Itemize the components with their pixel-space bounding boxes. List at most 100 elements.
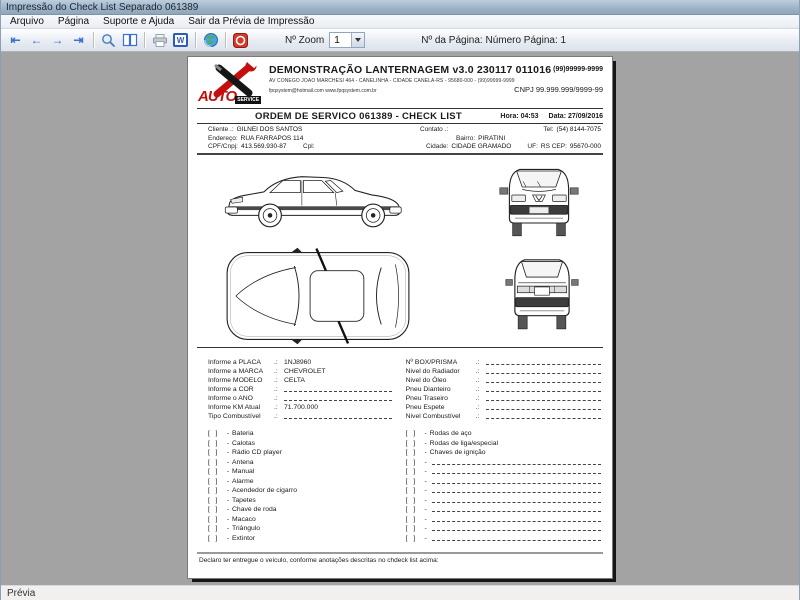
checklist-dash: - xyxy=(226,430,230,437)
field-label: Informe a COR xyxy=(208,385,254,393)
field-separator: .: xyxy=(475,358,480,366)
checklist-row: [ ] - xyxy=(405,466,603,475)
dropdown-arrow-icon[interactable] xyxy=(351,33,365,47)
menu-sair-da-previa[interactable]: Sair da Prévia de Impressão xyxy=(181,15,321,29)
menu-suporte-e-ajuda[interactable]: Suporte e Ajuda xyxy=(96,15,181,29)
checklist-dash: - xyxy=(424,439,427,447)
checkbox-glyph: [ ] xyxy=(405,449,416,456)
checklist-row: [ ] - Chave de roda xyxy=(208,504,394,513)
checkbox-glyph: [ ] xyxy=(208,449,218,456)
checklist-dash: - xyxy=(424,496,427,504)
tel-label: Tel: xyxy=(543,126,554,133)
checklist-row: [ ] - Triângulo xyxy=(208,523,394,532)
menu-pagina[interactable]: Página xyxy=(51,15,96,29)
form-field-row: Nivel do Óleo .: xyxy=(406,375,603,384)
checklist-blank-line xyxy=(431,482,601,484)
order-title: ORDEM DE SERVICO 061389 - CHECK LIST xyxy=(255,110,463,122)
first-page-button[interactable]: ⇤ xyxy=(5,31,26,49)
zoom-level-select[interactable]: 1 xyxy=(329,32,366,48)
field-label: Nº BOX/PRISMA xyxy=(405,358,458,366)
print-button[interactable] xyxy=(149,31,170,49)
toolbar-separator xyxy=(225,32,226,48)
checklist-row: [ ] - xyxy=(406,494,603,504)
field-label: Informe a MARCA xyxy=(208,367,264,375)
field-label: Informe MODELO xyxy=(208,376,263,384)
checklist-row: [ ] - Tapetes xyxy=(208,494,394,504)
field-separator: .: xyxy=(274,394,278,402)
next-page-button[interactable]: → xyxy=(47,31,68,49)
last-page-button[interactable]: ⇥ xyxy=(68,31,89,49)
preview-workspace: AUTOSERVICE DEMONSTRAÇÃO LANTERNAGEM v3.… xyxy=(1,52,799,585)
contato-label: Contato .: xyxy=(420,126,449,133)
checklist-row: [ ] - Extintor xyxy=(208,532,394,542)
checklist-row: [ ] - xyxy=(405,504,603,513)
cidade-label: Cidade: xyxy=(426,143,449,150)
checkbox-glyph: [ ] xyxy=(405,430,416,437)
field-separator: .: xyxy=(475,394,480,402)
order-header: ORDEM DE SERVICO 061389 - CHECK LIST Hor… xyxy=(197,110,603,122)
two-page-view-button[interactable] xyxy=(119,31,140,49)
checklist-blank-line xyxy=(431,492,601,493)
divider xyxy=(197,551,603,554)
form-field-row: Informe a COR .: xyxy=(208,384,394,393)
previous-page-button[interactable]: ← xyxy=(26,31,47,49)
export-word-button[interactable]: W xyxy=(170,31,191,49)
field-separator: .: xyxy=(475,376,480,384)
checklist-label: Triângulo xyxy=(232,525,261,532)
field-separator: .: xyxy=(475,403,480,411)
checklist-label: Rodas de aço xyxy=(429,430,472,437)
zoom-button[interactable] xyxy=(98,31,119,49)
field-label: Informe o ANO xyxy=(208,394,253,402)
field-blank-line xyxy=(284,417,392,419)
menu-arquivo[interactable]: Arquivo xyxy=(3,15,51,29)
form-field-row: Informe a MARCA .: CHEVROLET xyxy=(208,366,394,375)
checklist-column-right: [ ] - Rodas de aço [ ] - Rodas de liga/e… xyxy=(406,428,603,542)
previous-page-icon: ← xyxy=(30,33,43,47)
checklist: [ ] - Bateria [ ] - Calotas [] - Rádio … xyxy=(197,428,603,542)
field-separator: .: xyxy=(274,403,278,411)
bairro-label: Bairro: xyxy=(456,134,476,142)
field-label: Tipo Combustível xyxy=(208,412,261,420)
field-blank-line xyxy=(485,381,601,383)
checklist-row: [ ] - Rádio CD player xyxy=(208,447,394,456)
form-field-row: Informe o ANO .: xyxy=(208,393,394,402)
vehicle-diagrams xyxy=(197,157,603,346)
checkbox-glyph: [ ] xyxy=(405,506,416,513)
checklist-row: [ ] - Bateria xyxy=(208,428,394,437)
client-info: Cliente .: GILNEI DOS SANTOS Contato .: T… xyxy=(197,126,603,152)
field-label: Informe a PLACA xyxy=(208,358,261,366)
web-export-button[interactable] xyxy=(200,31,221,49)
car-side-view-image xyxy=(224,176,402,228)
checkbox-glyph: [ ] xyxy=(405,515,416,523)
toolbar-separator xyxy=(195,32,196,48)
checklist-dash: - xyxy=(424,515,427,523)
status-text: Prévia xyxy=(7,587,36,599)
checklist-label: Tapetes xyxy=(232,496,256,504)
checklist-dash: - xyxy=(424,430,427,437)
checklist-label: Rádio CD player xyxy=(232,449,282,456)
checklist-blank-line xyxy=(431,501,601,503)
stop-icon xyxy=(233,32,248,48)
checkbox-glyph: [ ] xyxy=(405,468,416,475)
field-blank-line xyxy=(284,390,392,392)
checklist-dash: - xyxy=(424,525,427,532)
company-phone: (99)99999-9999 xyxy=(553,66,603,73)
document-page: AUTOSERVICE DEMONSTRAÇÃO LANTERNAGEM v3.… xyxy=(188,57,612,578)
checklist-row: [ ] - Acendedor de cigarro xyxy=(208,485,394,494)
checklist-dash: - xyxy=(226,534,230,542)
form-field-row: Nº BOX/PRISMA .: xyxy=(406,357,603,366)
form-field-row: Pneu Dianteiro .: xyxy=(406,384,603,393)
checkbox-glyph: [ ] xyxy=(208,468,218,475)
checklist-row: [ ] - xyxy=(406,456,603,466)
checklist-row: [ ] - Rodas de aço xyxy=(405,428,603,437)
document-header: AUTOSERVICE DEMONSTRAÇÃO LANTERNAGEM v3.… xyxy=(197,62,603,107)
company-cnpj: CNPJ 99.999.999/9999-99 xyxy=(514,85,603,94)
field-value: CHEVROLET xyxy=(284,367,326,375)
checkbox-glyph: [ ] xyxy=(208,496,218,504)
checklist-dash: - xyxy=(226,506,230,513)
form-field-row: Nivel Combustível .: xyxy=(406,411,603,420)
checklist-row: [ ] - Chaves de ignição xyxy=(405,447,603,456)
toolbar: ⇤ ← → ⇥ W Nº Zoom 1 Nº da Página: Número… xyxy=(1,29,799,52)
close-preview-button[interactable] xyxy=(230,31,251,49)
endereco-label: Endereço: xyxy=(208,134,238,142)
